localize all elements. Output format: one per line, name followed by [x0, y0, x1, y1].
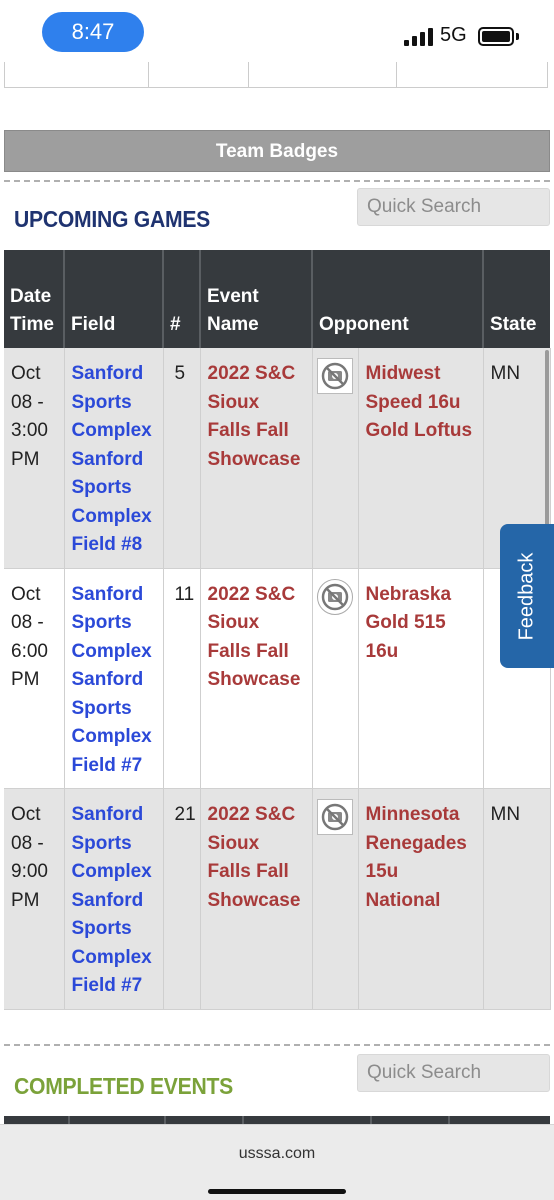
signal-icon	[404, 28, 433, 46]
divider	[4, 1044, 550, 1046]
opponent-logo[interactable]	[312, 348, 359, 569]
browser-url-bar[interactable]: usssa.com	[0, 1124, 554, 1200]
col-header-datetime[interactable]: Date Time	[4, 250, 65, 348]
game-number: 11	[163, 568, 201, 789]
opponent-logo[interactable]	[312, 568, 359, 789]
battery-nub	[516, 33, 519, 40]
completed-search-input[interactable]: Quick Search	[357, 1054, 550, 1092]
battery-icon	[478, 27, 514, 46]
game-datetime: Oct 08 - 9:00 PM	[4, 788, 65, 1010]
opponent-link[interactable]: Minnesota Renegades 15u National	[358, 788, 484, 1010]
table-row: Oct 08 - 6:00 PM Sanford Sports Complex …	[4, 568, 551, 789]
game-datetime: Oct 08 - 6:00 PM	[4, 568, 65, 789]
divider	[4, 180, 550, 182]
col-header-opponent[interactable]: Opponent	[312, 250, 485, 348]
upcoming-games-title: UPCOMING GAMES	[14, 206, 210, 232]
completed-events-title: COMPLETED EVENTS	[14, 1073, 233, 1099]
col-header-state[interactable]: State	[483, 250, 551, 348]
field-link[interactable]: Sanford Sports Complex Sanford Sports Co…	[64, 568, 164, 789]
table-header-row: Date Time Field # Event Name Opponent St…	[4, 250, 551, 348]
upcoming-games-table: Date Time Field # Event Name Opponent St…	[4, 250, 551, 1010]
opponent-logo[interactable]	[312, 788, 359, 1010]
url-text: usssa.com	[238, 1145, 316, 1162]
home-indicator[interactable]	[208, 1189, 346, 1194]
col-header-number[interactable]: #	[163, 250, 201, 348]
col-header-event-name[interactable]: Event Name	[200, 250, 313, 348]
field-link[interactable]: Sanford Sports Complex Sanford Sports Co…	[64, 348, 164, 569]
event-link[interactable]: 2022 S&C Sioux Falls Fall Showcase	[200, 568, 313, 789]
field-link[interactable]: Sanford Sports Complex Sanford Sports Co…	[64, 788, 164, 1010]
network-type: 5G	[440, 24, 467, 46]
clock: 8:47	[42, 12, 144, 52]
game-state: MN	[483, 788, 551, 1010]
no-photo-icon	[316, 578, 353, 615]
event-link[interactable]: 2022 S&C Sioux Falls Fall Showcase	[200, 348, 313, 569]
feedback-label: Feedback	[515, 552, 538, 640]
status-bar: 8:47 5G	[0, 0, 554, 62]
game-datetime: Oct 08 - 3:00 PM	[4, 348, 65, 569]
game-number: 21	[163, 788, 201, 1010]
table-row: Oct 08 - 3:00 PM Sanford Sports Complex …	[4, 348, 551, 569]
col-header-field[interactable]: Field	[64, 250, 164, 348]
table-row: Oct 08 - 9:00 PM Sanford Sports Complex …	[4, 788, 551, 1010]
game-number: 5	[163, 348, 201, 569]
team-badges-button[interactable]: Team Badges	[4, 130, 550, 172]
event-link[interactable]: 2022 S&C Sioux Falls Fall Showcase	[200, 788, 313, 1010]
opponent-link[interactable]: Nebraska Gold 515 16u	[358, 568, 484, 789]
no-photo-icon	[316, 358, 353, 394]
upcoming-search-input[interactable]: Quick Search	[357, 188, 550, 226]
no-photo-icon	[316, 799, 353, 835]
opponent-link[interactable]: Midwest Speed 16u Gold Loftus	[358, 348, 484, 569]
feedback-tab[interactable]: Feedback	[500, 524, 554, 668]
